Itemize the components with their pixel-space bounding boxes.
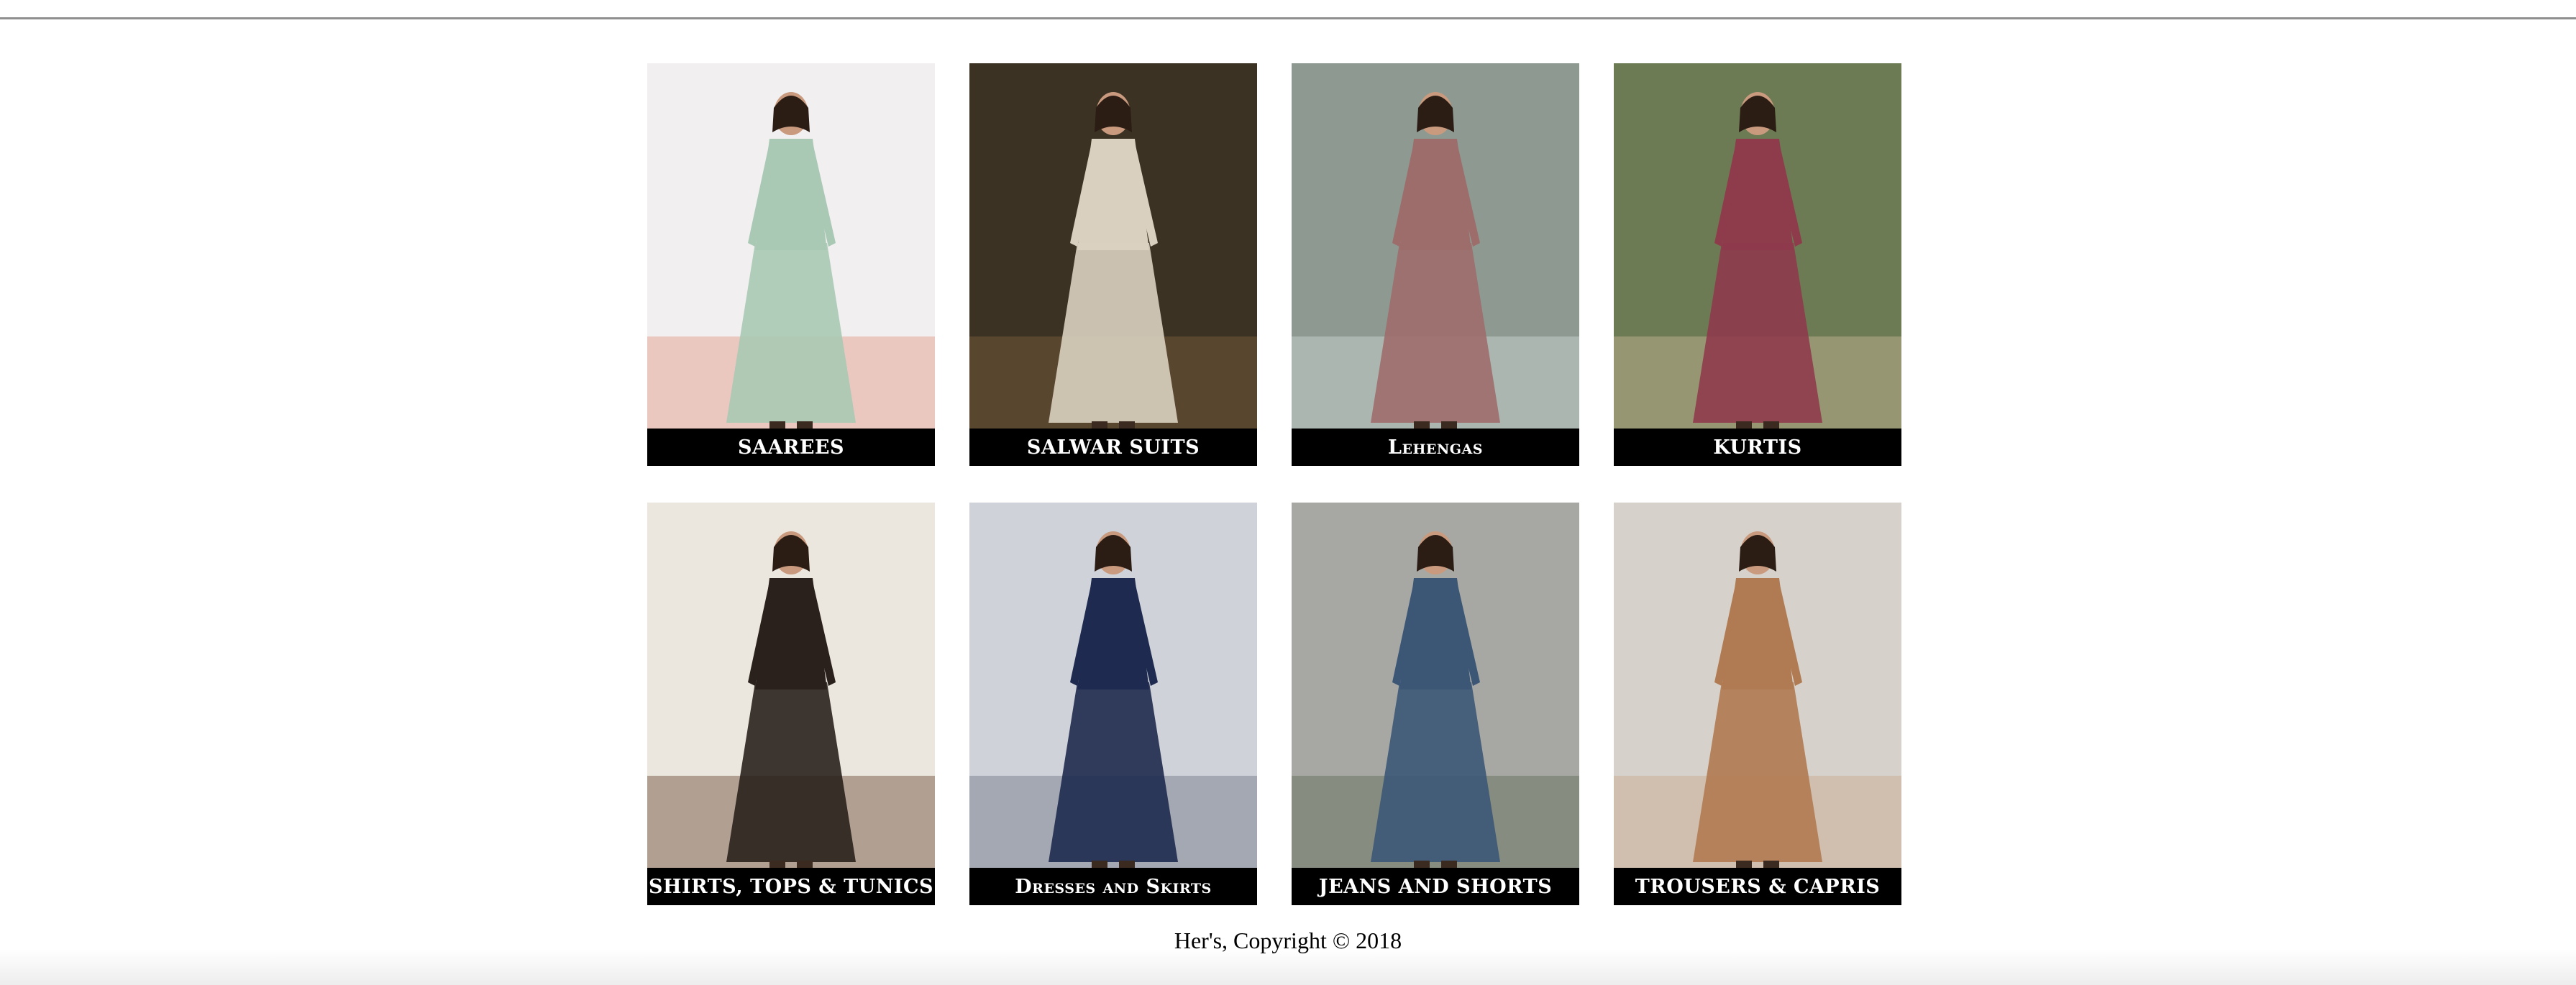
category-tile-jeans-shorts[interactable]: JEANS AND SHORTS xyxy=(1292,503,1579,905)
category-tile-lehengas[interactable]: Lehengas xyxy=(1292,63,1579,466)
category-tile-dresses-skirts[interactable]: Dresses and Skirts xyxy=(969,503,1257,905)
saree-photo xyxy=(647,63,935,466)
bottom-shadow xyxy=(0,949,2576,985)
category-label: SHIRTS, TOPS & TUNICS xyxy=(647,868,935,905)
lehenga-photo xyxy=(1292,63,1579,466)
kurti-photo xyxy=(1614,63,1901,466)
category-label: KURTIS xyxy=(1614,429,1901,466)
category-grid: SAAREES SALWAR SUITS Lehengas KURTIS SHI… xyxy=(647,63,1901,905)
shirts-tops-photo xyxy=(647,503,935,905)
category-label: TROUSERS & CAPRIS xyxy=(1614,868,1901,905)
category-tile-shirts-tops-tunics[interactable]: SHIRTS, TOPS & TUNICS xyxy=(647,503,935,905)
category-tile-sarees[interactable]: SAAREES xyxy=(647,63,935,466)
footer-copyright: Her's, Copyright © 2018 xyxy=(1174,927,1402,953)
jeans-photo xyxy=(1292,503,1579,905)
top-divider xyxy=(0,0,2576,19)
category-label: SALWAR SUITS xyxy=(969,429,1257,466)
category-label: JEANS AND SHORTS xyxy=(1292,868,1579,905)
page: SAAREES SALWAR SUITS Lehengas KURTIS SHI… xyxy=(0,0,2576,985)
trousers-photo xyxy=(1614,503,1901,905)
salwar-suit-photo xyxy=(969,63,1257,466)
dress-photo xyxy=(969,503,1257,905)
category-label: Lehengas xyxy=(1292,429,1579,466)
category-tile-salwar-suits[interactable]: SALWAR SUITS xyxy=(969,63,1257,466)
category-tile-trousers-capris[interactable]: TROUSERS & CAPRIS xyxy=(1614,503,1901,905)
category-label: SAAREES xyxy=(647,429,935,466)
category-label: Dresses and Skirts xyxy=(969,868,1257,905)
category-tile-kurtis[interactable]: KURTIS xyxy=(1614,63,1901,466)
